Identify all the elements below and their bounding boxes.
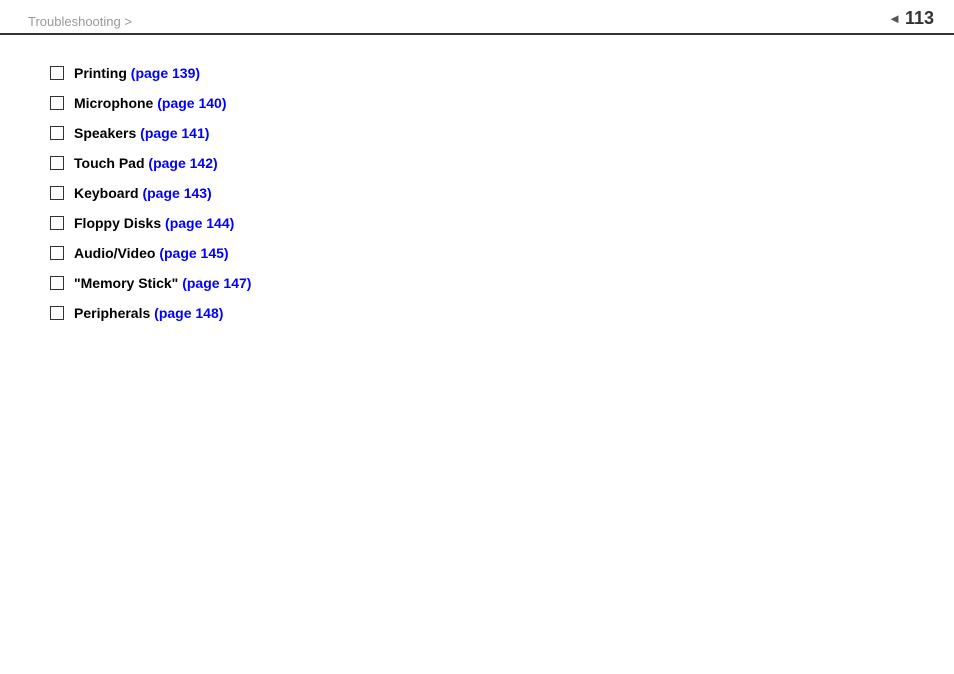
item-label: Keyboard (page 143) (74, 185, 212, 201)
list-item: Peripherals (page 148) (50, 305, 914, 321)
item-page-link[interactable]: (page 148) (154, 305, 223, 321)
checkbox-icon (50, 156, 64, 170)
list-item: Speakers (page 141) (50, 125, 914, 141)
breadcrumb: Troubleshooting > (28, 8, 132, 29)
page-header: Troubleshooting > ◄ 113 (0, 0, 954, 35)
item-label: "Memory Stick" (page 147) (74, 275, 251, 291)
item-label: Audio/Video (page 145) (74, 245, 229, 261)
item-label: Printing (page 139) (74, 65, 200, 81)
page-number: 113 (905, 8, 938, 29)
page-arrow-icon: ◄ (888, 11, 901, 26)
checkbox-icon (50, 126, 64, 140)
checkbox-icon (50, 216, 64, 230)
checkbox-icon (50, 66, 64, 80)
list-item: Floppy Disks (page 144) (50, 215, 914, 231)
main-content: Printing (page 139) Microphone (page 140)… (0, 35, 954, 365)
item-label: Touch Pad (page 142) (74, 155, 218, 171)
item-label: Peripherals (page 148) (74, 305, 223, 321)
item-label: Microphone (page 140) (74, 95, 226, 111)
list-item: "Memory Stick" (page 147) (50, 275, 914, 291)
item-page-link[interactable]: (page 141) (140, 125, 209, 141)
item-label: Floppy Disks (page 144) (74, 215, 234, 231)
item-page-link[interactable]: (page 142) (148, 155, 217, 171)
list-item: Audio/Video (page 145) (50, 245, 914, 261)
item-page-link[interactable]: (page 144) (165, 215, 234, 231)
checkbox-icon (50, 306, 64, 320)
list-item: Microphone (page 140) (50, 95, 914, 111)
item-page-link[interactable]: (page 147) (182, 275, 251, 291)
list-item: Printing (page 139) (50, 65, 914, 81)
list-item: Touch Pad (page 142) (50, 155, 914, 171)
item-page-link[interactable]: (page 143) (142, 185, 211, 201)
checkbox-icon (50, 96, 64, 110)
item-label: Speakers (page 141) (74, 125, 209, 141)
checkbox-icon (50, 186, 64, 200)
item-page-link[interactable]: (page 145) (159, 245, 228, 261)
list-item: Keyboard (page 143) (50, 185, 914, 201)
item-page-link[interactable]: (page 139) (131, 65, 200, 81)
page-number-container: ◄ 113 (888, 8, 938, 29)
checkbox-icon (50, 276, 64, 290)
item-page-link[interactable]: (page 140) (157, 95, 226, 111)
checkbox-icon (50, 246, 64, 260)
